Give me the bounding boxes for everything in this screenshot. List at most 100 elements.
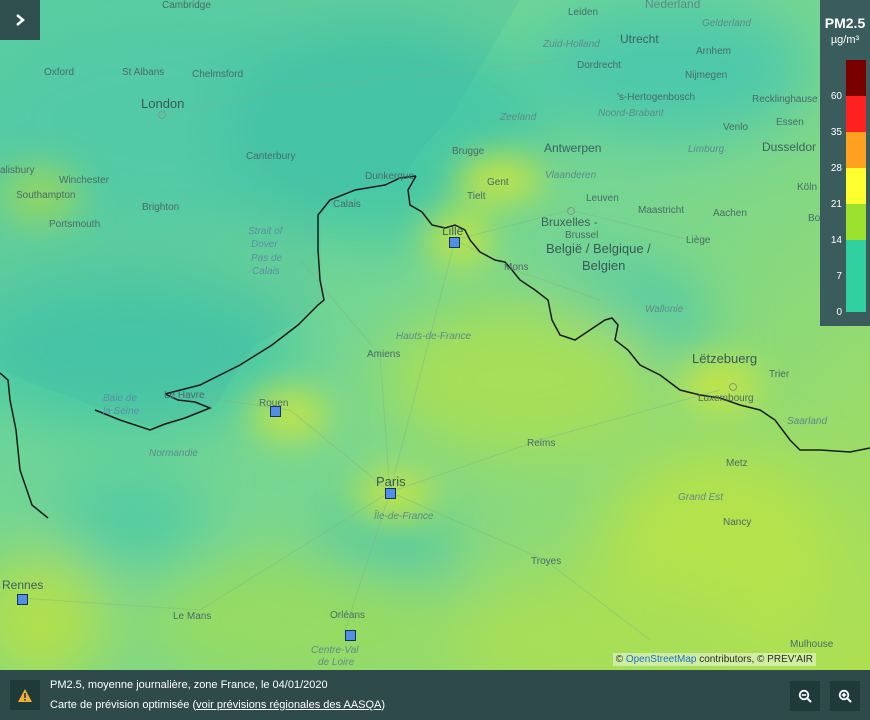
city-label-paris: Paris (376, 474, 406, 489)
regional-forecasts-link[interactable]: voir prévisions régionales des AASQA (196, 699, 381, 711)
legend-swatch (846, 132, 866, 168)
attribution-prefix: © (615, 654, 624, 665)
region-label-vlaanderen: Vlaanderen (545, 170, 597, 181)
region-label-zuid-holland: Zuid-Holland (543, 39, 600, 50)
city-label-calais: Calais (333, 199, 361, 210)
city-marker-london (158, 111, 166, 119)
region-label-noord-brabant: Noord-Brabant (598, 108, 664, 119)
chevron-right-icon (16, 14, 25, 26)
zoom-in-button[interactable] (830, 681, 860, 711)
city-label-utrecht: Utrecht (620, 32, 659, 46)
city-marker-luxembourg (729, 383, 737, 391)
openstreetmap-link[interactable]: OpenStreetMap (626, 654, 697, 665)
pm25-legend: PM2.5 µg/m³ 60 35 28 21 14 7 0 (820, 0, 870, 326)
panel-toggle-button[interactable] (0, 0, 40, 40)
city-label-cambridge: Cambridge (162, 0, 211, 11)
map-subcaption: Carte de prévision optimisée (voir prévi… (50, 699, 385, 711)
region-label-zeeland: Zeeland (500, 112, 537, 123)
city-label-maastricht: Maastricht (638, 205, 685, 216)
water-label-dover: Dover (251, 239, 278, 250)
station-marker[interactable] (449, 237, 460, 248)
region-label-nederland: Nederland (645, 0, 701, 11)
city-label-recklinghausen: Recklinghause (752, 94, 818, 105)
legend-label: 7 (836, 271, 842, 282)
city-label-troyes: Troyes (531, 556, 562, 567)
city-label-arnhem: Arnhem (696, 46, 732, 57)
legend-swatch (846, 60, 866, 96)
map-footer (0, 670, 870, 720)
city-label-london: London (141, 96, 185, 111)
station-marker[interactable] (17, 594, 28, 605)
water-label-baie-de: Baie de (103, 393, 137, 404)
legend-swatch (846, 168, 866, 204)
city-label-venlo: Venlo (723, 122, 749, 133)
legend-label: 21 (830, 199, 842, 210)
legend-label: 0 (836, 307, 842, 318)
city-label-gent: Gent (487, 177, 509, 188)
city-label-mulhouse: Mulhouse (790, 639, 834, 650)
warning-button[interactable] (10, 680, 40, 710)
city-label-southampton: Southampton (16, 190, 76, 201)
city-label-mons: Mons (504, 262, 529, 273)
region-label-limburg: Limburg (688, 144, 725, 155)
region-label-normandie: Normandie (149, 448, 198, 459)
station-marker[interactable] (385, 488, 396, 499)
city-label-s-hertogenbosch: 's-Hertogenbosch (617, 92, 696, 103)
zoom-out-icon (798, 689, 812, 703)
legend-unit: µg/m³ (830, 34, 860, 46)
legend-swatch (846, 204, 866, 240)
city-label-canterbury: Canterbury (246, 151, 296, 162)
station-marker[interactable] (270, 406, 281, 417)
region-label-grand-est: Grand Est (678, 492, 724, 503)
city-label-trier: Trier (769, 369, 790, 380)
city-label-amiens: Amiens (367, 349, 401, 360)
city-label-chelmsford: Chelmsford (192, 69, 244, 80)
city-label-st-albans: St Albans (122, 67, 165, 78)
station-marker[interactable] (345, 630, 356, 641)
city-label-leiden: Leiden (568, 7, 599, 18)
city-label-oxford: Oxford (44, 67, 75, 78)
region-label-gelderland: Gelderland (702, 18, 751, 29)
city-label-nancy: Nancy (723, 517, 752, 528)
city-label-portsmouth: Portsmouth (49, 219, 101, 230)
map-attribution: © OpenStreetMap contributors, © PREV'AIR (612, 653, 816, 666)
legend-label: 35 (830, 127, 842, 138)
region-label-ile-de-france: Île-de-France (374, 511, 434, 522)
zoom-in-icon (838, 689, 852, 703)
region-label-centre-val: Centre-Val (311, 645, 359, 656)
city-label-bruxelles: Bruxelles - (541, 215, 598, 229)
legend-label: 28 (830, 163, 842, 174)
city-label-winchester: Winchester (59, 175, 110, 186)
legend-title: PM2.5 (824, 15, 866, 31)
map-caption: PM2.5, moyenne journalière, zone France,… (50, 679, 328, 691)
country-label-belgie: België / Belgique / (546, 241, 651, 256)
region-label-de-loire: de Loire (318, 657, 355, 668)
legend-label: 14 (830, 235, 842, 246)
water-label-strait-of: Strait of (248, 226, 283, 237)
city-label-aachen: Aachen (713, 208, 747, 219)
warning-icon (18, 688, 32, 702)
city-label-le-mans: Le Mans (173, 611, 212, 622)
city-label-lille: Lille (442, 224, 464, 238)
city-label-dordrecht: Dordrecht (577, 60, 621, 71)
city-label-dunkerque: Dunkerque (365, 171, 414, 182)
city-label-dusseldorf: Dusseldor (762, 140, 817, 154)
legend-swatch (846, 96, 866, 132)
country-label-letzebuerg: Lëtzebuerg (692, 351, 758, 366)
city-label-liege: Liège (686, 235, 711, 246)
country-label-belgien: Belgien (582, 258, 626, 273)
city-label-metz: Metz (726, 458, 748, 469)
subcaption-suffix: ) (381, 699, 386, 711)
city-label-tielt: Tielt (467, 191, 486, 202)
region-label-hauts-de-france: Hauts-de-France (396, 331, 472, 342)
city-label-leuven: Leuven (586, 193, 619, 204)
water-label-pas-de: Pas de (251, 253, 283, 264)
zoom-out-button[interactable] (790, 681, 820, 711)
city-label-brussel: Brussel (565, 230, 599, 241)
city-label-nijmegen: Nijmegen (685, 70, 728, 81)
city-label-luxembourg: Luxembourg (698, 393, 754, 404)
city-label-brighton: Brighton (142, 202, 180, 213)
city-label-le-havre: Le Havre (164, 390, 205, 401)
legend-label: 60 (830, 91, 842, 102)
attribution-text: contributors, © PREV'AIR (699, 654, 813, 665)
